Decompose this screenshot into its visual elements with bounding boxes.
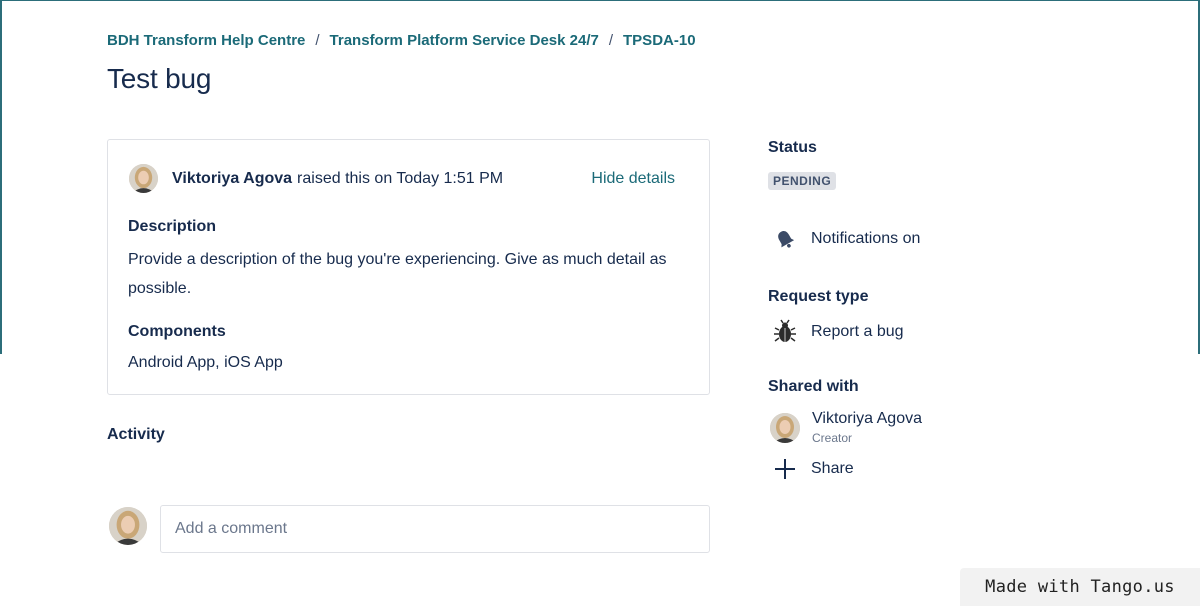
request-type-label: Request type <box>768 288 869 305</box>
breadcrumb-help-centre[interactable]: BDH Transform Help Centre <box>107 32 305 49</box>
breadcrumb-separator: / <box>608 32 614 49</box>
add-comment-input[interactable] <box>160 505 710 553</box>
bug-icon <box>772 319 798 345</box>
notifications-label: Notifications on <box>811 230 921 247</box>
shared-with-label: Shared with <box>768 378 859 395</box>
components-label: Components <box>128 323 226 340</box>
shared-user-name: Viktoriya Agova <box>812 410 922 427</box>
shared-user: Viktoriya Agova Creator <box>770 409 922 445</box>
raised-by-row: Viktoriya Agova raised this on Today 1:5… <box>129 164 503 193</box>
notifications-toggle[interactable]: Notifications on <box>772 226 920 252</box>
request-type-row: Report a bug <box>772 319 904 345</box>
breadcrumb-service-desk[interactable]: Transform Platform Service Desk 24/7 <box>330 32 599 49</box>
hide-details-link[interactable]: Hide details <box>591 170 675 188</box>
description-label: Description <box>128 218 217 235</box>
breadcrumb-separator: / <box>315 32 320 49</box>
shared-user-role: Creator <box>812 431 853 445</box>
author-avatar <box>129 164 158 193</box>
author-name: Viktoriya Agova <box>172 169 293 187</box>
status-badge: PENDING <box>768 172 837 190</box>
request-details-card: Viktoriya Agova raised this on Today 1:5… <box>107 139 710 395</box>
breadcrumb: BDH Transform Help Centre / Transform Pl… <box>107 32 696 49</box>
request-type-value: Report a bug <box>811 323 904 340</box>
page-title: Test bug <box>107 63 212 94</box>
raised-timestamp: raised this on Today 1:51 PM <box>297 169 504 187</box>
status-label: Status <box>768 139 817 156</box>
share-label: Share <box>811 460 854 477</box>
components-value: Android App, iOS App <box>128 354 283 371</box>
activity-title: Activity <box>107 426 165 443</box>
share-button[interactable]: Share <box>772 456 854 482</box>
plus-icon <box>772 456 798 482</box>
bell-icon <box>772 226 798 252</box>
breadcrumb-issue-key[interactable]: TPSDA-10 <box>623 32 696 49</box>
shared-user-avatar <box>770 413 800 443</box>
current-user-avatar <box>109 507 147 545</box>
tango-watermark: Made with Tango.us <box>960 568 1200 606</box>
description-value: Provide a description of the bug you're … <box>128 251 667 297</box>
